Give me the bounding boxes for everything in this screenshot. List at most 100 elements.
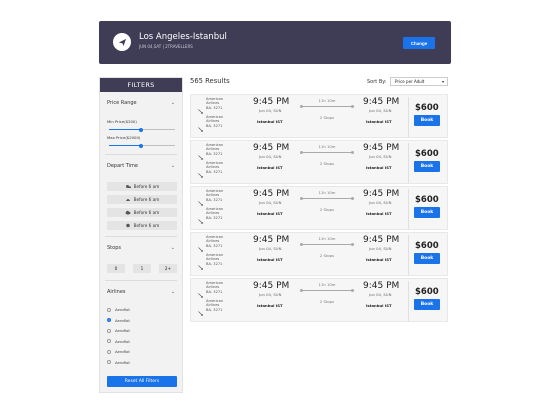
arrival-time: 9:45 PM bbox=[363, 189, 400, 199]
stops-count: 2 Stops bbox=[319, 115, 335, 120]
change-search-button[interactable]: Change bbox=[403, 37, 435, 49]
book-button[interactable]: Book bbox=[414, 207, 440, 218]
airline-checkbox[interactable] bbox=[107, 307, 111, 312]
airline-label: Aeroflot bbox=[115, 338, 130, 344]
min-price-label: Min Price($200) bbox=[107, 119, 137, 124]
depart-time-option[interactable]: Before 6 am bbox=[107, 182, 177, 191]
departure-city: Istanbul IST bbox=[257, 303, 283, 308]
arrival-city: Istanbul IST bbox=[366, 119, 392, 124]
chevron-down-icon[interactable]: ⌄ bbox=[171, 100, 175, 106]
arrival-time: 9:45 PM bbox=[363, 281, 400, 291]
airline-label: American Airlines bbox=[206, 115, 224, 124]
departure-date: Jun 04, SUN bbox=[259, 292, 282, 297]
flight-code: BA- 3271 bbox=[206, 289, 223, 294]
airline-filter-item[interactable]: Aeroflot bbox=[107, 307, 130, 312]
airline-checkbox[interactable] bbox=[107, 339, 111, 343]
max-price-slider[interactable] bbox=[109, 143, 175, 148]
flight-code: BA- 3271 bbox=[206, 307, 223, 312]
book-button[interactable]: Book bbox=[414, 253, 440, 264]
flight-card: American Airlines BA- 3271 9:45 PM Jun 04, … bbox=[190, 278, 448, 322]
divider bbox=[408, 97, 409, 137]
airline-checkbox[interactable] bbox=[107, 318, 111, 322]
price-range-title[interactable]: Price Range bbox=[107, 100, 137, 106]
airline-filter-item[interactable]: Aeroflot bbox=[107, 349, 130, 354]
depart-time-option[interactable]: Before 6 am bbox=[107, 221, 177, 230]
airlines-title[interactable]: Airlines bbox=[107, 289, 126, 295]
divider bbox=[105, 280, 177, 281]
airline-filter-item[interactable]: Aeroflot bbox=[107, 360, 130, 365]
book-button[interactable]: Book bbox=[414, 115, 440, 126]
sort-select[interactable]: Price per Adult ▾ bbox=[390, 77, 448, 86]
flight-code: BA- 3271 bbox=[206, 215, 223, 220]
flight-code: BA- 3271 bbox=[206, 197, 223, 202]
reset-filters-button[interactable]: Reset All Filters bbox=[107, 376, 177, 387]
arrival-arrow-icon bbox=[198, 209, 203, 224]
arrival-city: Istanbul IST bbox=[366, 165, 392, 170]
min-price-slider-fill bbox=[109, 129, 141, 130]
airline-filter-item[interactable]: Aeroflot bbox=[107, 328, 130, 333]
stops-option-2plus[interactable]: 2+ bbox=[159, 264, 177, 273]
arrival-date: Jun 04, SUN bbox=[369, 154, 392, 159]
arrival-arrow-icon bbox=[198, 301, 203, 316]
flight-card: American Airlines BA- 3271 9:45 PM Jun 04, … bbox=[190, 140, 448, 184]
stops-option-0[interactable]: 0 bbox=[107, 264, 125, 273]
arrival-date: Jun 04, SUN bbox=[369, 200, 392, 205]
airline-name: American Airlines BA- 3271 bbox=[206, 281, 234, 294]
departure-arrow-icon bbox=[198, 283, 203, 298]
price: $600 bbox=[415, 103, 439, 113]
airline-name: American Airlines BA- 3271 bbox=[206, 115, 234, 128]
price: $600 bbox=[415, 149, 439, 159]
book-button[interactable]: Book bbox=[414, 299, 440, 310]
airline-label: American Airlines bbox=[206, 207, 224, 216]
max-price-slider-handle[interactable] bbox=[138, 143, 143, 148]
flight-card: American Airlines BA- 3271 9:45 PM Jun 04, … bbox=[190, 186, 448, 230]
departure-date: Jun 04, SUN bbox=[259, 154, 282, 159]
filters-title: FILTERS bbox=[100, 78, 182, 92]
divider bbox=[408, 143, 409, 183]
arrival-arrow-icon bbox=[198, 163, 203, 178]
airline-filter-item[interactable]: Aeroflot bbox=[107, 339, 130, 344]
sort-value: Price per Adult bbox=[395, 79, 425, 84]
min-price-slider[interactable] bbox=[109, 127, 175, 132]
divider bbox=[408, 189, 409, 229]
depart-time-option[interactable]: Before 6 am bbox=[107, 195, 177, 204]
airline-name: American Airlines BA- 3271 bbox=[206, 189, 234, 202]
flight-code: BA- 3271 bbox=[206, 243, 223, 248]
airline-filter-item[interactable]: Aeroflot bbox=[107, 318, 130, 323]
arrival-arrow-icon bbox=[198, 255, 203, 270]
chevron-down-icon[interactable]: ⌄ bbox=[171, 289, 175, 295]
airline-checkbox[interactable] bbox=[107, 328, 111, 333]
sun-icon bbox=[125, 199, 130, 201]
departure-date: Jun 04, SUN bbox=[259, 246, 282, 251]
arrival-time: 9:45 PM bbox=[363, 97, 400, 107]
airline-label: American Airlines bbox=[206, 281, 224, 290]
stops-count: 2 Stops bbox=[319, 207, 335, 212]
stops-option-1[interactable]: 1 bbox=[133, 264, 151, 273]
divider bbox=[408, 281, 409, 321]
stops-count: 2 Stops bbox=[319, 161, 335, 166]
airline-label: American Airlines bbox=[206, 189, 224, 198]
chevron-down-icon[interactable]: ⌄ bbox=[171, 245, 175, 251]
stops-title[interactable]: Stops bbox=[107, 245, 121, 251]
moon-icon bbox=[125, 223, 130, 228]
duration-line bbox=[300, 151, 354, 154]
chevron-down-icon[interactable]: ⌄ bbox=[171, 163, 175, 169]
departure-date: Jun 04, SUN bbox=[259, 200, 282, 205]
arrival-city: Istanbul IST bbox=[366, 257, 392, 262]
airline-label: American Airlines bbox=[206, 253, 224, 262]
depart-time-title[interactable]: Depart Time bbox=[107, 163, 138, 169]
airline-checkbox[interactable] bbox=[107, 360, 111, 364]
airline-checkbox[interactable] bbox=[107, 349, 111, 354]
depart-time-option[interactable]: Before 6 am bbox=[107, 208, 177, 217]
depart-time-label: Before 6 am bbox=[133, 223, 160, 228]
airline-label: Aeroflot bbox=[115, 317, 130, 323]
depart-time-label: Before 6 am bbox=[133, 197, 160, 202]
airline-name: American Airlines BA- 3271 bbox=[206, 143, 234, 156]
flight-duration: 11h 10m bbox=[318, 144, 336, 149]
min-price-slider-handle[interactable] bbox=[138, 127, 143, 132]
flight-code: BA- 3271 bbox=[206, 261, 223, 266]
departure-arrow-icon bbox=[198, 145, 203, 160]
flight-code: BA- 3271 bbox=[206, 169, 223, 174]
departure-time: 9:45 PM bbox=[253, 281, 290, 291]
book-button[interactable]: Book bbox=[414, 161, 440, 172]
